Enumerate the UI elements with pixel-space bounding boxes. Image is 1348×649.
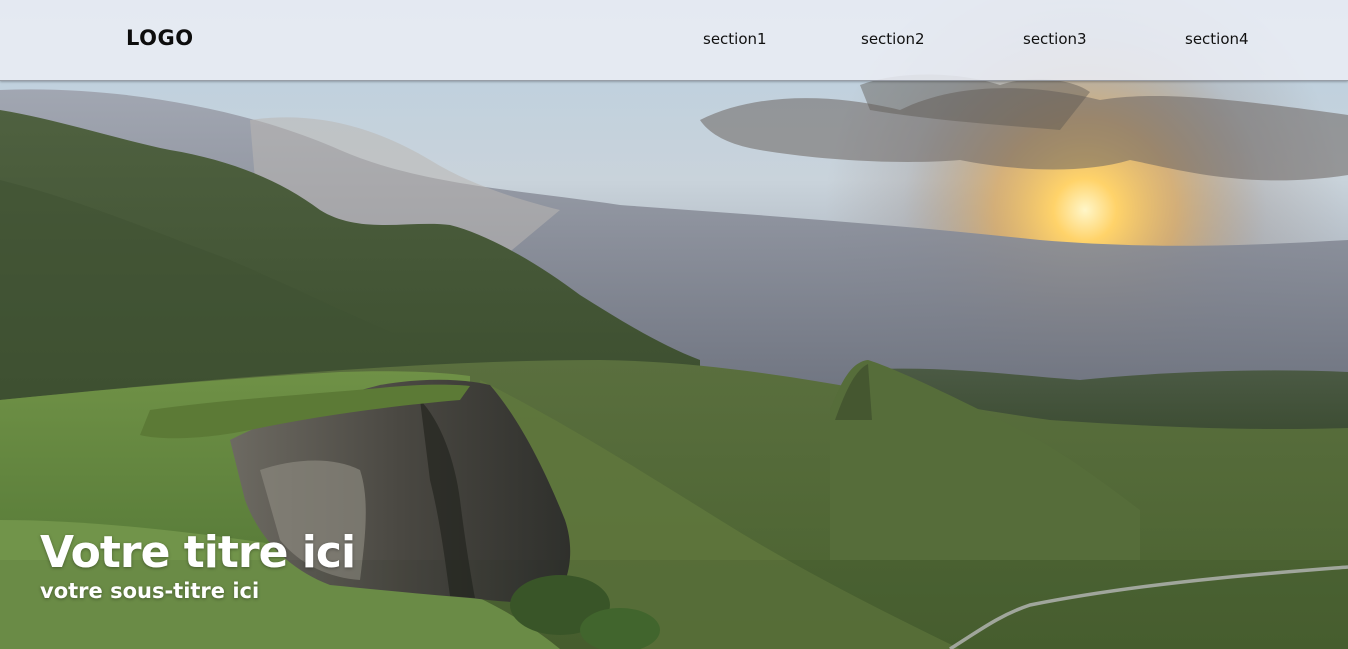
nav-link-section4[interactable]: section4 [1185, 30, 1249, 48]
hero-title: Votre titre ici [40, 527, 356, 578]
hero-subtitle: votre sous-titre ici [40, 579, 260, 603]
site-header: LOGO section1 section2 section3 section4 [0, 0, 1348, 81]
nav-link-section1[interactable]: section1 [703, 30, 767, 48]
nav-link-section3[interactable]: section3 [1023, 30, 1087, 48]
page: LOGO section1 section2 section3 section4… [0, 0, 1348, 649]
hero-text-block: Votre titre ici votre sous-titre ici [40, 527, 356, 604]
nav-link-section2[interactable]: section2 [861, 30, 925, 48]
main-nav: section1 section2 section3 section4 [0, 30, 1348, 52]
